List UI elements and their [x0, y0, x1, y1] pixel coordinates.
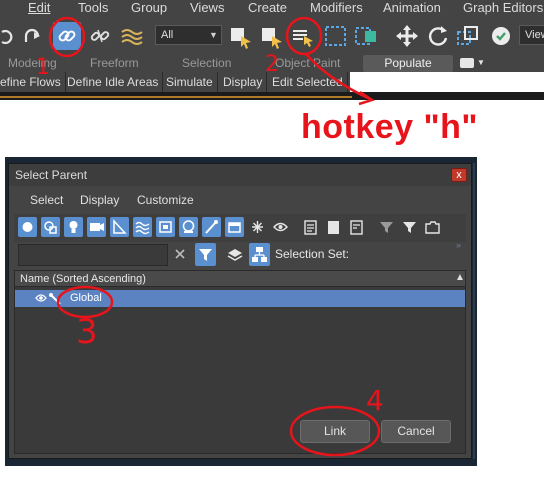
xref-icon — [182, 220, 195, 233]
filter-xrefs-button[interactable] — [179, 217, 198, 237]
page-icon — [328, 221, 339, 234]
display-page-button[interactable] — [324, 217, 343, 237]
close-icon: x — [456, 169, 462, 181]
hierarchy-icon — [252, 247, 267, 262]
close-button[interactable]: x — [451, 168, 467, 182]
annotation-circle-link — [48, 16, 86, 58]
filter-containers-button[interactable] — [225, 217, 244, 237]
clear-search-button[interactable] — [172, 246, 188, 262]
dialog-title: Select Parent — [15, 168, 88, 182]
shapes-icon — [44, 221, 57, 234]
container-icon — [228, 222, 241, 233]
display-visibility-button[interactable] — [271, 217, 290, 237]
filter-funnel-alt-button[interactable] — [400, 217, 419, 237]
filter-geometry-button[interactable] — [18, 217, 37, 237]
annotation-step-1: 1 — [36, 55, 50, 80]
display-details-button[interactable] — [347, 217, 366, 237]
bone-icon — [205, 220, 218, 234]
list-icon — [304, 220, 317, 235]
filter-helpers-button[interactable] — [110, 217, 129, 237]
filter-bones-button[interactable] — [202, 217, 221, 237]
camera-icon — [90, 223, 104, 231]
group-icon — [159, 221, 172, 233]
dialog-menu-select[interactable]: Select — [30, 193, 63, 207]
details-icon — [350, 220, 363, 235]
hierarchy-button[interactable] — [249, 243, 270, 266]
layers-button[interactable] — [226, 245, 244, 265]
filter-space-warps-button[interactable] — [133, 217, 152, 237]
folder-icon — [425, 221, 440, 234]
funnel-icon — [199, 249, 212, 261]
helper-icon — [113, 219, 127, 234]
dialog-menu-customize[interactable]: Customize — [137, 193, 194, 207]
expand-toolbar-icon[interactable]: » — [456, 240, 461, 250]
layers-icon — [227, 249, 243, 261]
snowflake-icon — [252, 221, 263, 233]
annotation-step-4: 4 — [366, 384, 384, 417]
filter-shapes-button[interactable] — [41, 217, 60, 237]
dialog-menu-display[interactable]: Display — [80, 193, 119, 207]
annotation-overlay-dialog — [56, 285, 381, 457]
funnel-icon — [380, 222, 393, 233]
annotation-step-2: 2 — [265, 52, 279, 77]
display-list-button[interactable] — [301, 217, 320, 237]
annotation-step-3: 3 — [76, 312, 98, 352]
selection-set-label: Selection Set: — [275, 247, 350, 261]
eye-icon — [273, 222, 288, 232]
filter-particles-button[interactable] — [248, 217, 267, 237]
filter-funnel-button[interactable] — [377, 217, 396, 237]
search-input[interactable] — [18, 244, 168, 266]
annotation-hotkey: hotkey "h" — [301, 108, 479, 146]
close-icon — [175, 249, 185, 259]
light-bulb-icon — [69, 221, 78, 233]
sphere-icon — [22, 222, 33, 232]
funnel-icon — [403, 222, 416, 233]
filter-lights-button[interactable] — [64, 217, 83, 237]
filter-cameras-button[interactable] — [87, 217, 106, 237]
annotation-circle-select-by-name — [285, 16, 323, 56]
filter-toggle-button[interactable] — [195, 243, 216, 266]
page-bottom — [0, 466, 544, 479]
filter-options-button[interactable] — [423, 217, 442, 237]
filter-groups-button[interactable] — [156, 217, 175, 237]
space-warp-icon — [135, 221, 150, 235]
